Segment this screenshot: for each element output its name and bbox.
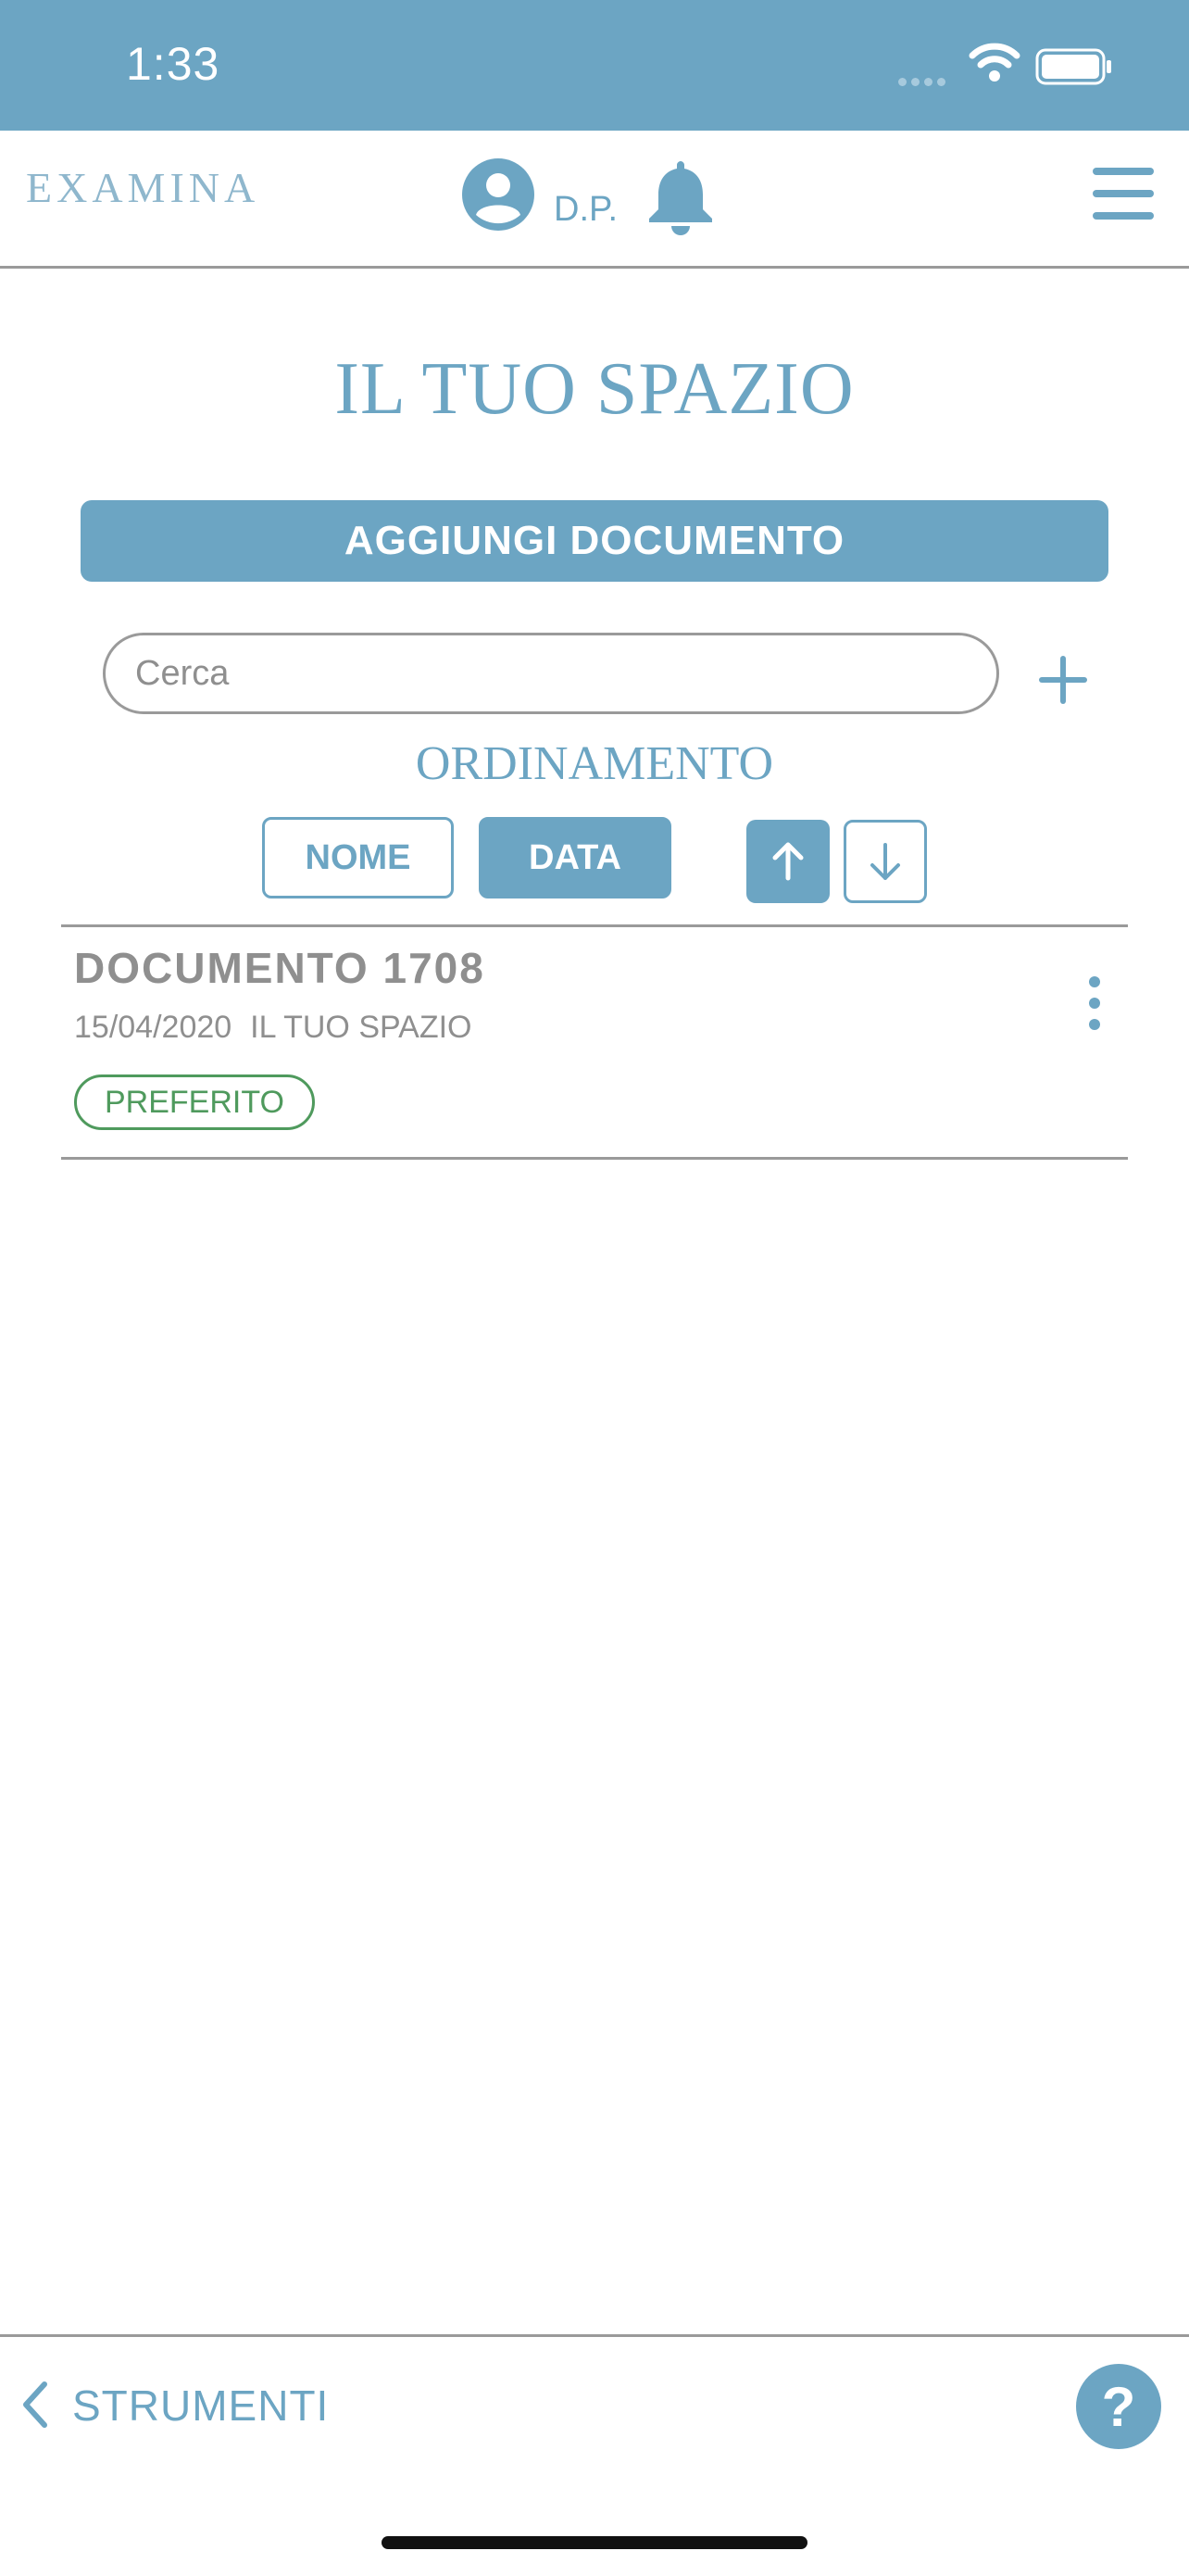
sort-by-date-button[interactable]: DATA xyxy=(479,817,671,898)
user-icon[interactable] xyxy=(461,157,535,232)
sort-by-name-button[interactable]: NOME xyxy=(262,817,454,898)
sort-label: ORDINAMENTO xyxy=(415,737,774,790)
user-initials[interactable]: D.P. xyxy=(554,190,618,230)
app-logo[interactable]: EXAMINA xyxy=(26,163,259,212)
search-input[interactable] xyxy=(103,633,999,714)
list-bottom-divider xyxy=(61,1157,1128,1160)
sort-ascending-button[interactable] xyxy=(746,820,830,903)
more-options-icon[interactable] xyxy=(1076,974,1113,1032)
back-button-label[interactable]: STRUMENTI xyxy=(72,2381,329,2431)
home-indicator xyxy=(382,2536,807,2549)
arrow-down-icon xyxy=(870,843,900,880)
arrow-up-icon xyxy=(772,842,804,881)
status-time: 1:33 xyxy=(126,38,220,90)
help-button[interactable]: ? xyxy=(1076,2364,1161,2449)
cellular-signal-icon xyxy=(898,74,950,91)
document-date: 15/04/2020 xyxy=(74,1010,232,1045)
favorite-badge: PREFERITO xyxy=(74,1074,315,1130)
document-meta: 15/04/2020 IL TUO SPAZIO xyxy=(74,1010,490,1046)
bell-icon[interactable] xyxy=(645,157,716,235)
page-title: IL TUO SPAZIO xyxy=(334,348,855,430)
document-title[interactable]: DOCUMENTO 1708 xyxy=(74,943,485,993)
chevron-left-icon[interactable] xyxy=(17,2379,54,2431)
add-document-button[interactable]: AGGIUNGI DOCUMENTO xyxy=(81,500,1108,582)
battery-icon xyxy=(1035,48,1111,85)
wifi-icon xyxy=(969,43,1020,82)
plus-icon[interactable] xyxy=(1037,654,1089,706)
document-location: IL TUO SPAZIO xyxy=(250,1010,472,1045)
menu-icon[interactable] xyxy=(1091,166,1156,221)
list-top-divider xyxy=(61,924,1128,927)
sort-descending-button[interactable] xyxy=(844,820,927,903)
